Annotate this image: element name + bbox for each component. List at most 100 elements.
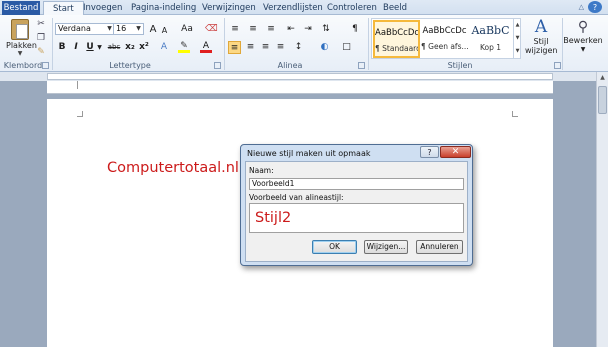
align-right-icon[interactable]: ≡: [259, 41, 272, 54]
superscript-button[interactable]: x²: [138, 41, 150, 54]
horizontal-ruler[interactable]: [47, 73, 553, 80]
style-sample: AaBbCcDc: [422, 26, 467, 36]
styles-scroll[interactable]: ▲ ▼ ▼: [513, 19, 521, 58]
sort-icon[interactable]: ⇅: [320, 23, 332, 36]
chevron-down-icon: ▼: [17, 50, 23, 57]
borders-icon[interactable]: □: [340, 41, 353, 54]
editing-button[interactable]: ⚲ Bewerken ▼: [563, 18, 603, 58]
paragraph-group-label: Alinea: [277, 61, 303, 70]
style-name: ¶ Geen afs...: [421, 42, 468, 51]
bold-button[interactable]: B: [57, 41, 67, 54]
grow-font-button[interactable]: A: [148, 23, 158, 36]
style-sample: AaBbC: [471, 24, 510, 37]
vertical-scrollbar[interactable]: ▲: [596, 72, 608, 347]
tab-file[interactable]: Bestand: [2, 1, 40, 15]
clipboard-icon: [11, 19, 29, 40]
font-group-label: Lettertype: [109, 61, 151, 70]
paragraph-launcher-icon[interactable]: [358, 62, 365, 69]
numbering-icon[interactable]: ≡: [247, 23, 259, 36]
tab-invoegen[interactable]: Invoegen: [83, 1, 122, 15]
preview-label: Voorbeeld van alineastijl:: [249, 193, 344, 202]
strikethrough-button[interactable]: abc: [106, 41, 122, 54]
shrink-font-button[interactable]: A: [160, 24, 169, 37]
tab-verwijzingen[interactable]: Verwijzingen: [202, 1, 256, 15]
tab-pagina-indeling[interactable]: Pagina-indeling: [131, 1, 196, 15]
multilevel-list-icon[interactable]: ≡: [265, 23, 277, 36]
chevron-up-icon[interactable]: ▲: [514, 19, 521, 32]
chevron-down-icon: ▼: [580, 46, 586, 53]
change-case-button[interactable]: Aa: [178, 23, 196, 36]
scroll-thumb[interactable]: [598, 86, 607, 114]
cancel-button[interactable]: Annuleren: [416, 240, 463, 254]
style-standaard[interactable]: AaBbCcDc ¶ Standaard: [373, 20, 420, 58]
italic-button[interactable]: I: [71, 41, 81, 54]
bullets-icon[interactable]: ≡: [229, 23, 241, 36]
increase-indent-icon[interactable]: ⇥: [302, 23, 314, 36]
paste-button[interactable]: Plakken ▼: [6, 18, 37, 60]
subscript-button[interactable]: x₂: [124, 41, 136, 54]
dialog-help-button[interactable]: ?: [420, 146, 439, 158]
format-painter-icon[interactable]: ✎: [36, 47, 46, 57]
group-divider: [224, 18, 225, 70]
change-styles-icon: A: [534, 17, 548, 37]
name-label: Naam:: [249, 166, 274, 175]
underline-button[interactable]: U: [85, 41, 95, 54]
style-name-input[interactable]: Voorbeeld1: [249, 178, 464, 190]
highlight-icon[interactable]: ✎: [178, 41, 190, 53]
font-launcher-icon[interactable]: [214, 62, 221, 69]
margin-mark: [512, 111, 518, 117]
styles-gallery: AaBbCcDc ¶ Standaard AaBbCcDc ¶ Geen afs…: [371, 18, 521, 59]
paste-label: Plakken: [6, 41, 37, 50]
ribbon: Plakken ▼ ✂ ❐ ✎ Klembord Verdana ▼ 16 ▼ …: [0, 15, 608, 72]
clear-format-icon[interactable]: ⌫: [205, 23, 218, 36]
font-color-button[interactable]: A: [200, 41, 212, 53]
change-styles-label: Stijl wijzigen: [525, 37, 558, 55]
ribbon-tab-bar: Bestand Start Invoegen Pagina-indeling V…: [0, 0, 608, 16]
minimize-ribbon-icon[interactable]: △: [579, 3, 584, 11]
ok-button[interactable]: OK: [312, 240, 357, 254]
tab-controleren[interactable]: Controleren: [327, 1, 377, 15]
font-size-value: 16: [116, 24, 127, 33]
document-text[interactable]: Computertotaal.nl: [107, 160, 239, 176]
binoculars-icon: ⚲: [577, 19, 589, 35]
dialog-title: Nieuwe stijl maken uit opmaak: [247, 149, 371, 158]
chevron-down-icon[interactable]: ▼: [96, 41, 103, 54]
clipboard-group-label: Klembord: [3, 61, 43, 70]
new-style-dialog: Nieuwe stijl maken uit opmaak ? ✕ Naam: …: [240, 144, 473, 266]
font-size-select[interactable]: 16 ▼: [113, 23, 144, 35]
style-name: Kop 1: [479, 43, 502, 52]
help-icon[interactable]: ?: [588, 1, 602, 13]
more-icon[interactable]: ▼: [514, 45, 521, 58]
style-sample: AaBbCcDc: [375, 28, 418, 38]
editing-label: Bewerken: [563, 36, 603, 45]
align-center-icon[interactable]: ≡: [244, 41, 257, 54]
paragraph-style-preview: Stijl2: [249, 203, 464, 233]
line-spacing-icon[interactable]: ↕: [292, 41, 305, 54]
cut-icon[interactable]: ✂: [36, 19, 46, 29]
margin-mark: [77, 81, 78, 89]
tab-beeld[interactable]: Beeld: [383, 1, 407, 15]
align-left-icon[interactable]: ≡: [228, 41, 241, 54]
margin-mark: [77, 111, 83, 117]
modify-button[interactable]: Wijzigen...: [364, 240, 408, 254]
show-formatting-button[interactable]: ¶: [350, 23, 360, 36]
chevron-down-icon[interactable]: ▼: [514, 32, 521, 45]
text-effects-icon[interactable]: A: [158, 41, 170, 54]
chevron-down-icon: ▼: [136, 25, 141, 32]
dialog-body: Naam: Voorbeeld1 Voorbeeld van alineasti…: [245, 161, 468, 262]
justify-icon[interactable]: ≡: [274, 41, 287, 54]
font-family-select[interactable]: Verdana ▼: [55, 23, 115, 35]
clipboard-launcher-icon[interactable]: [42, 62, 49, 69]
change-styles-button[interactable]: A Stijl wijzigen: [522, 18, 560, 58]
style-geen-afstand[interactable]: AaBbCcDc ¶ Geen afs...: [421, 20, 468, 58]
styles-launcher-icon[interactable]: [554, 62, 561, 69]
decrease-indent-icon[interactable]: ⇤: [285, 23, 297, 36]
copy-icon[interactable]: ❐: [36, 33, 46, 43]
dialog-close-button[interactable]: ✕: [440, 146, 471, 158]
style-kop-1[interactable]: AaBbC Kop 1: [467, 20, 514, 58]
tab-start[interactable]: Start: [43, 1, 84, 16]
chevron-up-icon[interactable]: ▲: [597, 72, 608, 83]
previous-page: [47, 81, 553, 94]
shading-icon[interactable]: ◐: [318, 41, 331, 54]
tab-verzendlijsten[interactable]: Verzendlijsten: [263, 1, 323, 15]
